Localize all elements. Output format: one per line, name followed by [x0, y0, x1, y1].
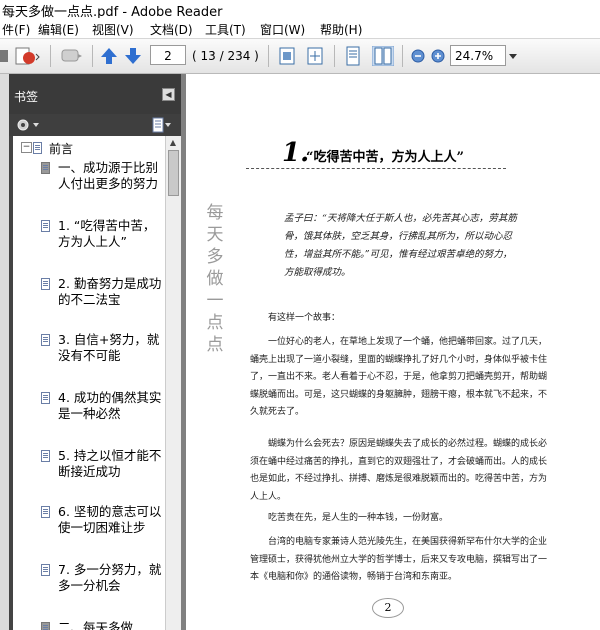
new-bookmark-icon[interactable] — [151, 117, 173, 133]
bookmark-label: 6. 坚韧的意志可以使一切困难让步 — [58, 504, 162, 535]
opening-quote: 孟子曰：“天将降大任于斯人也，必先苦其心志，劳其筋骨，饿其体肤，空乏其身，行拂乱… — [284, 213, 517, 278]
chapter-title: “吃得苦中苦，方为人上人” — [306, 150, 464, 165]
bookmark-page-icon — [41, 622, 50, 630]
bookmark-page-icon — [41, 450, 50, 462]
menu-edit[interactable]: 编辑(E) — [38, 21, 79, 38]
body-paragraph: 蝴蝶为什么会死去？原因是蝴蝶失去了成长的必然过程。蝴蝶的成长必须在蛹中经过痛苦的… — [250, 439, 548, 502]
menu-view[interactable]: 视图(V) — [92, 21, 134, 38]
toolbar-separator — [334, 45, 335, 67]
previous-page-icon[interactable] — [100, 46, 118, 66]
bookmark-label: 7. 多一分努力，就多一分机会 — [58, 562, 162, 593]
bookmarks-toolbar — [9, 114, 181, 136]
bookmark-label: 二、每天多做 — [58, 620, 134, 630]
zoom-out-icon[interactable] — [410, 46, 426, 66]
print-icon[interactable] — [0, 46, 8, 66]
scrollbar-thumb[interactable] — [168, 150, 179, 196]
toolbar-separator — [92, 45, 93, 67]
bookmark-item[interactable]: 6. 坚韧的意志可以使一切困难让步 — [41, 504, 163, 552]
bookmark-label: 2. 勤奋努力是成功的不二法宝 — [58, 276, 162, 307]
pdf-page: 1. “吃得苦中苦，方为人上人” 每天多做一点点 孟子曰：“天将降大任于斯人也，… — [186, 74, 600, 630]
bookmark-item[interactable]: 5. 持之以恒才能不断接近成功 — [41, 448, 163, 496]
bookmark-page-icon — [41, 278, 50, 290]
bookmark-page-icon — [41, 162, 50, 174]
page-number: 2 — [372, 598, 404, 618]
bookmark-page-icon — [41, 220, 50, 232]
share-icon[interactable] — [14, 46, 40, 66]
collapse-tree-icon[interactable]: − — [21, 142, 32, 153]
heading-divider — [246, 168, 506, 170]
page-count: ( 13 / 234 ) — [192, 49, 259, 63]
document-viewer: 1. “吃得苦中苦，方为人上人” 每天多做一点点 孟子曰：“天将降大任于斯人也，… — [181, 74, 600, 630]
bookmark-page-icon — [41, 334, 50, 346]
collapse-panel-icon[interactable]: ◀ — [162, 88, 175, 101]
two-page-icon[interactable] — [372, 46, 394, 66]
toolbar: 2 ( 13 / 234 ) 24.7% — [0, 39, 600, 74]
comment-icon[interactable] — [60, 46, 84, 66]
options-gear-icon[interactable] — [15, 117, 41, 133]
bookmark-tree: − 前言 一、成功源于比别人付出更多的努力 1. “吃得苦中苦，方为人上人” 2… — [13, 136, 165, 630]
bookmark-item[interactable]: 4. 成功的偶然其实是一种必然 — [41, 390, 163, 438]
fit-page-icon[interactable] — [278, 46, 296, 66]
menu-bar: 件(F) 编辑(E) 视图(V) 文档(D) 工具(T) 窗口(W) 帮助(H) — [0, 18, 600, 39]
bookmark-label: 4. 成功的偶然其实是一种必然 — [58, 390, 162, 421]
bookmark-page-icon — [41, 392, 50, 404]
scroll-up-icon[interactable]: ▲ — [168, 138, 178, 148]
menu-file[interactable]: 件(F) — [2, 21, 30, 38]
bookmark-item[interactable]: 2. 勤奋努力是成功的不二法宝 — [41, 276, 163, 324]
toolbar-separator — [50, 45, 51, 67]
bookmark-page-icon — [33, 142, 42, 154]
menu-help[interactable]: 帮助(H) — [320, 21, 362, 38]
bookmark-item[interactable]: 二、每天多做 — [41, 620, 163, 630]
full-screen-icon[interactable] — [306, 46, 324, 66]
bookmarks-panel-header: 书签 ◀ — [9, 74, 181, 114]
zoom-dropdown-icon[interactable] — [508, 46, 518, 66]
title-bar: 每天多做一点点.pdf - Adobe Reader — [0, 0, 600, 20]
bookmark-label: 5. 持之以恒才能不断接近成功 — [58, 448, 162, 479]
body-paragraph: 台湾的电脑专家兼诗人范光陵先生，在美国获得新罕布什尔大学的企业管理硕士，获得犹他… — [250, 537, 548, 582]
zoom-in-icon[interactable] — [430, 46, 446, 66]
book-side-title: 每天多做一点点 — [206, 203, 224, 355]
menu-document[interactable]: 文档(D) — [150, 21, 193, 38]
bookmarks-panel: 书签 ◀ − 前言 一、成功源于比别人付出更多的努力 1. “吃得苦中苦，方为人… — [9, 74, 181, 630]
next-page-icon[interactable] — [124, 46, 142, 66]
body-paragraph: 有这样一个故事： — [268, 313, 341, 323]
body-paragraph: 一位好心的老人，在草地上发现了一个蛹，他把蛹带回家。过了几天，蛹壳上出现了一道小… — [250, 337, 548, 417]
single-page-icon[interactable] — [344, 46, 362, 66]
bookmark-label: 一、成功源于比别人付出更多的努力 — [58, 160, 159, 191]
bookmark-item[interactable]: 7. 多一分努力，就多一分机会 — [41, 562, 163, 610]
bookmark-item[interactable]: 一、成功源于比别人付出更多的努力 — [41, 160, 163, 208]
bookmarks-panel-title: 书签 — [14, 90, 39, 104]
bookmark-scrollbar[interactable]: ▲ — [165, 136, 181, 630]
bookmark-root-label: 前言 — [49, 142, 74, 156]
bookmark-item[interactable]: 3. 自信+努力，就没有不可能 — [41, 332, 163, 380]
body-paragraph: 吃苦贵在先，是人生的一种本钱，一份财富。 — [268, 513, 449, 523]
zoom-level-input[interactable]: 24.7% — [450, 45, 506, 66]
bookmark-page-icon — [41, 506, 50, 518]
toolbar-separator — [268, 45, 269, 67]
page-number-input[interactable]: 2 — [150, 45, 186, 65]
bookmark-label: 1. “吃得苦中苦，方为人上人” — [58, 218, 156, 249]
menu-window[interactable]: 窗口(W) — [260, 21, 305, 38]
toolbar-separator — [402, 45, 403, 67]
bookmark-page-icon — [41, 564, 50, 576]
bookmark-label: 3. 自信+努力，就没有不可能 — [58, 332, 160, 363]
menu-tools[interactable]: 工具(T) — [205, 21, 246, 38]
bookmark-item[interactable]: 1. “吃得苦中苦，方为人上人” — [41, 218, 163, 266]
